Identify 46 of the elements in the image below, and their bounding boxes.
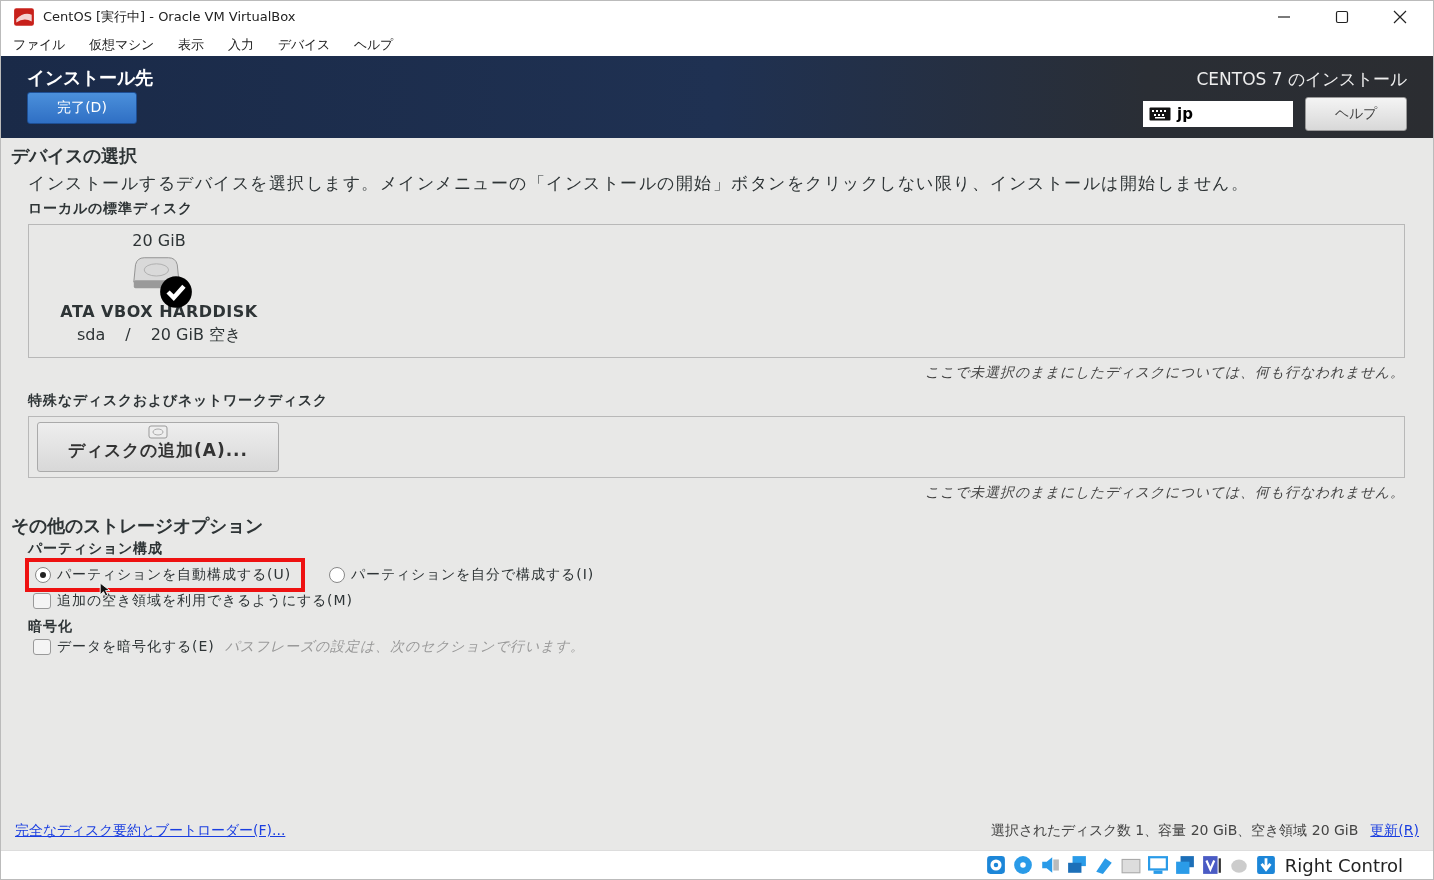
- refresh-link[interactable]: 更新(R): [1370, 822, 1419, 840]
- menu-item[interactable]: デバイス: [278, 35, 330, 54]
- note-text: ここで未選択のままにしたディスクについては、何も行なわれません。: [924, 484, 1405, 502]
- speaker-icon[interactable]: [1039, 855, 1060, 875]
- free-space: 20 GiB 空き: [150, 325, 241, 346]
- maximize-icon[interactable]: [1335, 10, 1349, 24]
- group-label: 特殊なディスクおよびネットワークディスク: [28, 392, 329, 410]
- section-heading: デバイスの選択: [11, 144, 138, 168]
- menu-item[interactable]: 入力: [228, 35, 254, 54]
- menu-item[interactable]: ファイル: [13, 35, 65, 54]
- description-text: インストールするデバイスを選択します。メインメニューの「インストールの開始」ボタンをクリックしない限り、インストールは開始しません。: [27, 172, 1250, 194]
- checkbox[interactable]: 追加の空き領域を利用できるようにする(M): [33, 592, 1405, 610]
- disk-size: 20 GiB: [132, 231, 186, 250]
- add-disk-button[interactable]: ディスクの追加(A)...: [37, 422, 279, 472]
- help-button[interactable]: ヘルプ: [1305, 97, 1407, 131]
- group-label: ローカルの標準ディスク: [28, 200, 194, 218]
- page-title: インストール先: [27, 66, 153, 90]
- group-label: パーティション構成: [28, 540, 164, 558]
- radio-button[interactable]: パーティションを自分で構成する(I): [329, 566, 595, 584]
- keyboard-layout-field[interactable]: jp: [1143, 101, 1293, 127]
- keyboard-icon: [1149, 107, 1171, 121]
- optical-disc-icon[interactable]: [1012, 855, 1033, 875]
- hint-text: パスフレーズの設定は、次のセクションで行います。: [224, 638, 585, 656]
- menu-item[interactable]: 表示: [178, 35, 204, 54]
- disk-tile[interactable]: 20 GiB ATA VBOX HARDDISK sda / 20 GiB 空き: [29, 225, 289, 357]
- checkbox[interactable]: データを暗号化する(E): [33, 638, 215, 656]
- separator-text: /: [125, 325, 131, 346]
- app-logo-icon: [13, 7, 35, 27]
- network-icon[interactable]: [1066, 855, 1087, 875]
- note-text: ここで未選択のままにしたディスクについては、何も行なわれません。: [924, 364, 1405, 382]
- vm-icon[interactable]: [1201, 855, 1222, 875]
- done-button[interactable]: 完了(D): [27, 92, 137, 124]
- product-title: CENTOS 7 のインストール: [1196, 68, 1407, 91]
- summary-link[interactable]: 完全なディスク要約とブートローダー(F)...: [15, 822, 286, 840]
- section-heading: その他のストレージオプション: [11, 514, 264, 538]
- radio-button[interactable]: パーティションを自動構成する(U): [35, 566, 292, 584]
- group-label: 暗号化: [28, 618, 74, 636]
- menu-item[interactable]: ヘルプ: [354, 35, 393, 54]
- menu-item[interactable]: 仮想マシン: [89, 35, 154, 54]
- host-key-label: Right Control: [1284, 854, 1403, 876]
- window-title: CentOS [実行中] - Oracle VM VirtualBox: [43, 8, 296, 26]
- summary-text: 選択されたディスク数 1、容量 20 GiB、空き領域 20 GiB: [990, 822, 1359, 840]
- display-icon[interactable]: [1147, 855, 1168, 875]
- device-name: sda: [76, 325, 106, 346]
- close-icon[interactable]: [1393, 10, 1407, 24]
- disk-name: ATA VBOX HARDDISK: [60, 302, 258, 321]
